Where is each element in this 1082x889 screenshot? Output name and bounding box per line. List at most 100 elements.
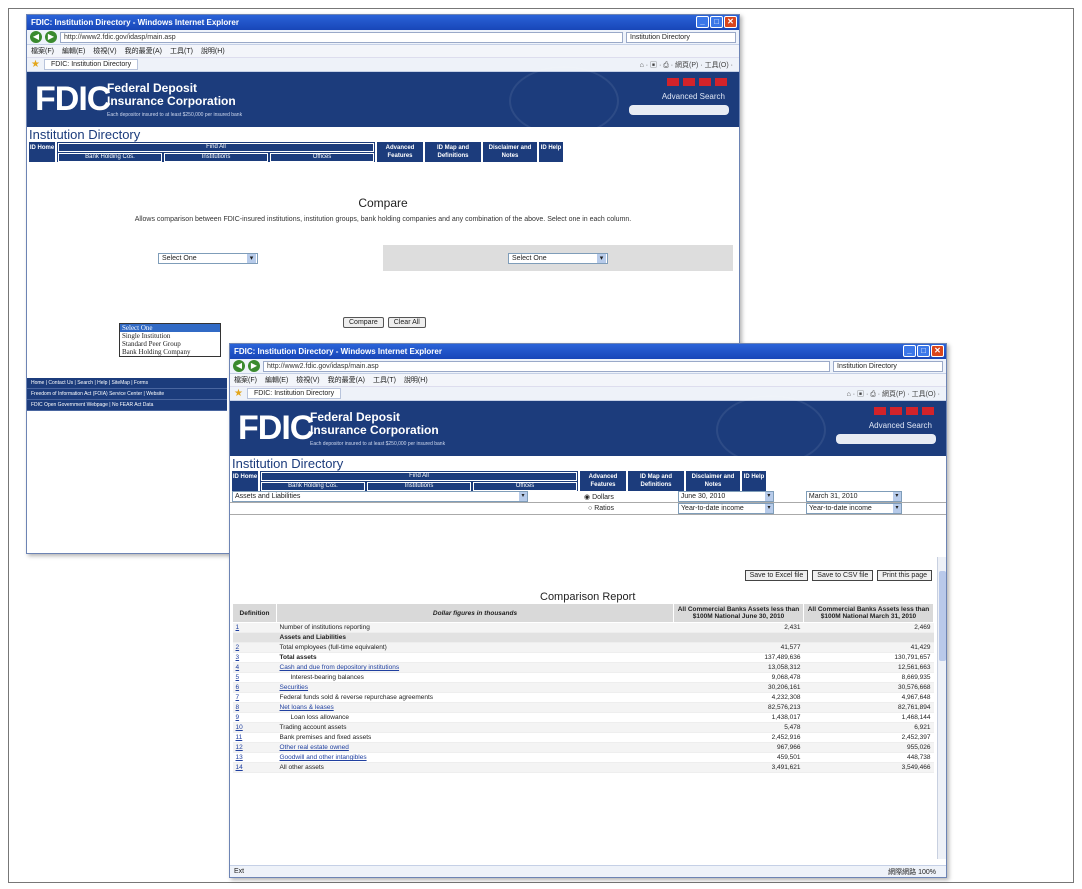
search-input[interactable]: Institution Directory [626, 31, 736, 43]
row-label[interactable]: Other real estate owned [276, 742, 674, 753]
maximize-button[interactable]: □ [710, 16, 723, 28]
fdic-logo[interactable]: FDIC [35, 80, 111, 119]
nav-disclaimer[interactable]: Disclaimer and Notes [483, 142, 537, 162]
definition-link[interactable]: 14 [232, 762, 277, 773]
definition-link[interactable]: 4 [232, 662, 277, 673]
search-input[interactable]: Institution Directory [833, 360, 943, 372]
share-icons[interactable] [874, 407, 934, 415]
nav-bhc[interactable]: Bank Holding Cos. [261, 482, 365, 491]
nav-disclaimer[interactable]: Disclaimer and Notes [686, 471, 740, 491]
definition-link[interactable]: 7 [232, 692, 277, 703]
definition-link[interactable]: 3 [232, 652, 277, 663]
menu-file[interactable]: 檔案(F) [31, 46, 54, 56]
nav-offices[interactable]: Offices [473, 482, 577, 491]
save-csv-button[interactable]: Save to CSV file [812, 570, 874, 581]
maximize-button[interactable]: □ [917, 345, 930, 357]
definition-link[interactable]: 2 [232, 642, 277, 653]
share-icons[interactable] [667, 78, 727, 86]
filter-select[interactable]: Assets and Liabilities [232, 491, 528, 502]
save-excel-button[interactable]: Save to Excel file [744, 570, 809, 581]
menu-edit[interactable]: 編輯(E) [62, 46, 85, 56]
footer-links-2[interactable]: Freedom of Information Act (FOIA) Servic… [27, 389, 227, 400]
option-select-one[interactable]: Select One [120, 324, 220, 332]
fdic-logo[interactable]: FDIC [238, 409, 314, 448]
menu-favorites[interactable]: 我的最愛(A) [125, 46, 162, 56]
select-right[interactable]: Select One [508, 252, 608, 264]
site-search-input[interactable] [836, 434, 936, 444]
advanced-search-link[interactable]: Advanced Search [869, 421, 932, 430]
url-input[interactable]: http://www2.fdic.gov/idasp/main.asp [263, 360, 830, 372]
option-peer-group[interactable]: Standard Peer Group [120, 340, 220, 348]
definition-link[interactable]: 1 [232, 622, 277, 633]
row-label[interactable]: Cash and due from depository institution… [276, 662, 674, 673]
toolbar-tools[interactable]: ⌂ · ▣ · ⎙ · 網頁(P) · 工具(O) · [640, 60, 733, 70]
nav-advanced[interactable]: Advanced Features [580, 471, 626, 491]
option-bhc[interactable]: Bank Holding Company [120, 348, 220, 356]
minimize-button[interactable]: _ [696, 16, 709, 28]
nav-help[interactable]: ID Help [539, 142, 563, 162]
date-select-1[interactable]: June 30, 2010 [677, 491, 774, 502]
menu-help[interactable]: 說明(H) [201, 46, 225, 56]
ytd-select-2[interactable]: Year-to-date income [806, 503, 903, 514]
nav-institutions[interactable]: Institutions [367, 482, 471, 491]
forward-icon[interactable]: ▶ [45, 31, 57, 43]
close-button[interactable]: ✕ [724, 16, 737, 28]
compare-button[interactable]: Compare [343, 317, 384, 328]
nav-institutions[interactable]: Institutions [164, 153, 268, 162]
option-single[interactable]: Single Institution [120, 332, 220, 340]
menu-view[interactable]: 檢視(V) [93, 46, 116, 56]
browser-tab[interactable]: FDIC: Institution Directory [246, 388, 342, 399]
row-label[interactable]: Securities [276, 682, 674, 693]
star-icon[interactable]: ★ [234, 388, 243, 399]
scroll-thumb[interactable] [939, 571, 946, 661]
row-label[interactable]: Net loans & leases [276, 702, 674, 713]
nav-home[interactable]: ID Home [29, 142, 55, 162]
url-input[interactable]: http://www2.fdic.gov/idasp/main.asp [60, 31, 623, 43]
vertical-scrollbar[interactable] [937, 557, 946, 859]
browser-tab[interactable]: FDIC: Institution Directory [43, 59, 139, 70]
row-label[interactable]: Goodwill and other intangibles [276, 752, 674, 763]
zoom-level[interactable]: 100% [918, 869, 936, 876]
menu-help[interactable]: 說明(H) [404, 375, 428, 385]
definition-link[interactable]: 8 [232, 702, 277, 713]
menu-view[interactable]: 檢視(V) [296, 375, 319, 385]
menu-tools[interactable]: 工具(T) [373, 375, 396, 385]
nav-offices[interactable]: Offices [270, 153, 374, 162]
nav-map[interactable]: ID Map and Definitions [425, 142, 481, 162]
definition-link[interactable]: 12 [232, 742, 277, 753]
menu-favorites[interactable]: 我的最愛(A) [328, 375, 365, 385]
date-select-2[interactable]: March 31, 2010 [805, 491, 902, 502]
close-button[interactable]: ✕ [931, 345, 944, 357]
definition-link[interactable]: 11 [232, 732, 277, 743]
definition-link[interactable]: 6 [232, 682, 277, 693]
back-icon[interactable]: ◀ [233, 360, 245, 372]
nav-bhc[interactable]: Bank Holding Cos. [58, 153, 162, 162]
definition-link[interactable]: 10 [232, 722, 277, 733]
menu-file[interactable]: 檔案(F) [234, 375, 257, 385]
nav-home[interactable]: ID Home [232, 471, 258, 491]
forward-icon[interactable]: ▶ [248, 360, 260, 372]
minimize-button[interactable]: _ [903, 345, 916, 357]
site-search-input[interactable] [629, 105, 729, 115]
definition-link[interactable]: 13 [232, 752, 277, 763]
menu-tools[interactable]: 工具(T) [170, 46, 193, 56]
dollars-radio[interactable]: ◉ Dollars [584, 493, 614, 501]
definition-link[interactable] [232, 632, 277, 643]
clear-all-button[interactable]: Clear All [387, 317, 426, 328]
nav-help[interactable]: ID Help [742, 471, 766, 491]
star-icon[interactable]: ★ [31, 59, 40, 70]
menu-edit[interactable]: 編輯(E) [265, 375, 288, 385]
select-left[interactable]: Select One [158, 252, 258, 264]
footer-links-3[interactable]: FDIC Open Government Webpage | No FEAR A… [27, 400, 227, 411]
definition-link[interactable]: 5 [232, 672, 277, 683]
nav-map[interactable]: ID Map and Definitions [628, 471, 684, 491]
print-button[interactable]: Print this page [877, 570, 932, 581]
ratios-radio[interactable]: ○ Ratios [588, 505, 614, 512]
advanced-search-link[interactable]: Advanced Search [662, 92, 725, 101]
footer-links-1[interactable]: Home | Contact Us | Search | Help | Site… [27, 378, 227, 389]
toolbar-tools[interactable]: ⌂ · ▣ · ⎙ · 網頁(P) · 工具(O) · [847, 389, 940, 399]
nav-advanced[interactable]: Advanced Features [377, 142, 423, 162]
back-icon[interactable]: ◀ [30, 31, 42, 43]
definition-link[interactable]: 9 [232, 712, 277, 723]
ytd-select-1[interactable]: Year-to-date income [678, 503, 775, 514]
